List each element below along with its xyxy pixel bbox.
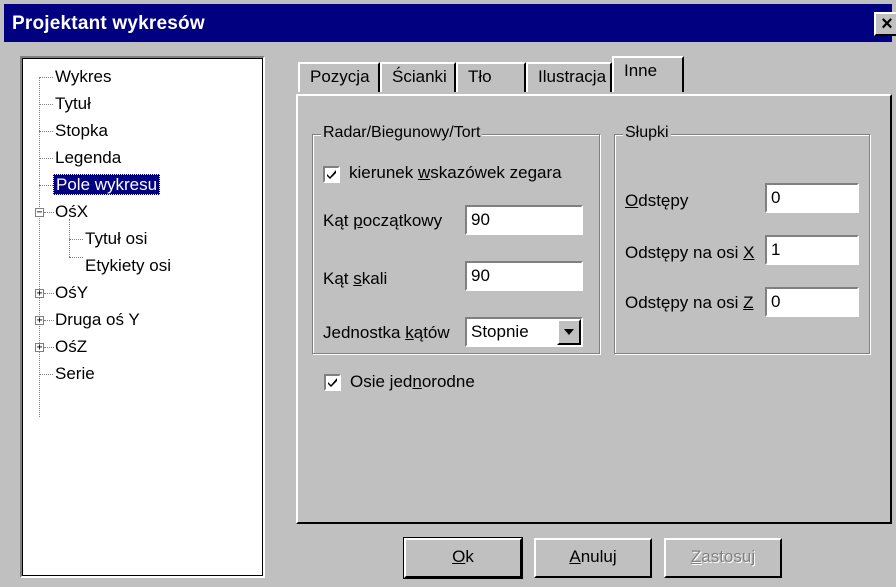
angle-unit-label: Jednostka kątów	[323, 323, 450, 342]
dropdown-button[interactable]	[557, 319, 581, 345]
bars-group-title: Słupki	[623, 124, 671, 142]
tab-panel-inne: Radar/Biegunowy/Tort kierunek wskazówek …	[296, 94, 892, 524]
angle-unit-select[interactable]: Stopnie	[465, 317, 583, 347]
spacing-z-label: Odstępy na osi Z	[625, 293, 754, 312]
uniform-axes-checkbox[interactable]	[324, 374, 341, 391]
tab-tlo[interactable]: Tło	[456, 62, 526, 92]
close-button[interactable]: ×	[874, 12, 896, 36]
tree-item-serie[interactable]: Serie	[55, 364, 95, 384]
tab-inne[interactable]: Inne	[612, 56, 684, 92]
spacing-x-label: Odstępy na osi X	[625, 243, 755, 262]
title-bar[interactable]: Projektant wykresów ×	[4, 4, 896, 42]
start-angle-input[interactable]: 90	[465, 205, 583, 235]
close-icon: ×	[881, 13, 893, 35]
spacing-input[interactable]: 0	[765, 183, 859, 213]
chevron-down-icon	[564, 329, 574, 335]
collapse-icon[interactable]: −	[35, 208, 44, 218]
checkmark-icon	[328, 378, 337, 387]
cancel-button[interactable]: Anuluj	[534, 538, 652, 578]
spacing-x-input[interactable]: 1	[765, 235, 859, 265]
clockwise-label[interactable]: kierunek wskazówek zegara	[349, 163, 562, 183]
chart-designer-dialog: Projektant wykresów × Wykres Tytuł Stopk…	[0, 0, 896, 587]
angle-unit-value: Stopnie	[471, 322, 529, 341]
scale-angle-label: Kąt skali	[323, 269, 388, 288]
radar-group: Radar/Biegunowy/Tort kierunek wskazówek …	[312, 124, 600, 354]
expand-icon[interactable]: +	[35, 343, 44, 353]
tree-item-etykiety-osi[interactable]: Etykiety osi	[85, 256, 171, 276]
tree-item-os-x[interactable]: OśX	[55, 202, 88, 222]
chart-element-tree[interactable]: Wykres Tytuł Stopka Legenda Pole wykresu…	[20, 56, 265, 578]
bars-group: Słupki Odstępy 0 Odstępy na osi X 1 Odst…	[614, 124, 870, 354]
tree-item-legenda[interactable]: Legenda	[55, 148, 121, 168]
tab-pozycja[interactable]: Pozycja	[298, 62, 380, 92]
start-angle-label: Kąt początkowy	[323, 211, 443, 230]
window-title: Projektant wykresów	[12, 13, 205, 34]
spacing-label: Odstępy	[625, 191, 689, 210]
tree-item-tytul[interactable]: Tytuł	[55, 94, 91, 114]
spacing-z-input[interactable]: 0	[765, 287, 859, 317]
tree-item-os-z[interactable]: OśZ	[55, 337, 87, 357]
tab-ilustracja[interactable]: Ilustracja	[526, 62, 612, 92]
tree-item-os-y[interactable]: OśY	[55, 283, 88, 303]
expand-icon[interactable]: +	[35, 289, 44, 299]
checkmark-icon	[327, 170, 336, 179]
tree-item-pole-wykresu[interactable]: Pole wykresu	[53, 174, 161, 195]
ok-button[interactable]: Ok	[403, 537, 523, 579]
tab-scianki[interactable]: Ścianki	[380, 62, 456, 92]
clockwise-checkbox[interactable]	[323, 166, 340, 183]
tree-item-stopka[interactable]: Stopka	[55, 121, 108, 141]
tree-item-tytul-osi[interactable]: Tytuł osi	[85, 229, 147, 249]
apply-button[interactable]: Zastosuj	[664, 538, 782, 578]
tree-item-druga-os-y[interactable]: Druga oś Y	[55, 310, 140, 330]
radar-group-title: Radar/Biegunowy/Tort	[321, 124, 483, 142]
scale-angle-input[interactable]: 90	[465, 261, 583, 291]
uniform-axes-label[interactable]: Osie jednorodne	[350, 372, 475, 392]
expand-icon[interactable]: +	[35, 316, 44, 326]
tree-item-wykres[interactable]: Wykres	[55, 67, 112, 87]
